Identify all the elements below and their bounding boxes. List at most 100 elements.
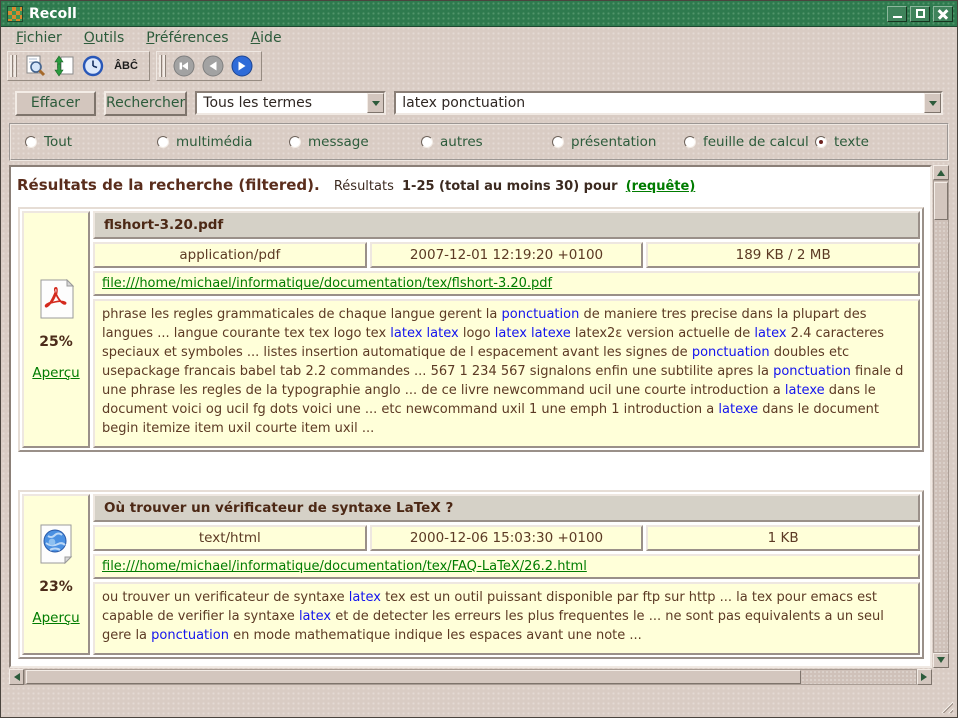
result-size: 189 KB / 2 MB [646,242,920,268]
result-size: 1 KB [646,525,920,551]
statusbar [1,684,957,717]
result-snippet: phrase les regles grammaticales de chaqu… [93,299,920,448]
filter-radio-presentation[interactable]: présentation [552,134,656,150]
results-area: Résultats de la recherche (filtered). Ré… [9,165,949,684]
term-explorer-label: ÂBĈ [114,60,138,72]
results-title: Résultats de la recherche (filtered). [17,176,320,194]
search-query-value: latex ponctuation [396,93,924,113]
filter-radio-texte[interactable]: texte [815,134,869,150]
result-item: 25% Aperçu flshort-3.20.pdf application/… [18,207,924,452]
first-page-button[interactable] [171,53,197,79]
preview-link[interactable]: Aperçu [32,365,79,381]
relevance-score: 23% [39,579,73,595]
search-mode-select[interactable]: Tous les termes [195,91,386,115]
result-meta-row: text/html 2000-12-06 15:03:30 +0100 1 KB [93,525,920,551]
result-date: 2007-12-01 12:19:20 +0100 [370,242,644,268]
query-link[interactable]: (requête) [626,179,696,194]
radio-icon [552,136,564,148]
radio-icon [157,136,169,148]
result-mime: application/pdf [93,242,367,268]
arrow-right-icon [230,54,254,78]
results-range: 1-25 (total au moins 30) pour [402,179,618,194]
titlebar[interactable]: Recoll [1,1,957,27]
close-icon [938,9,948,19]
radio-icon [421,136,433,148]
maximize-button[interactable] [910,6,930,22]
scroll-down-button[interactable] [933,653,949,668]
toolbar-handle-icon[interactable] [10,55,17,77]
menu-fichier[interactable]: Fichier [7,29,71,47]
filter-label: Tout [44,134,72,150]
resize-grip-icon[interactable] [938,698,953,713]
scroll-right-button[interactable] [917,669,932,685]
result-date: 2000-12-06 15:03:30 +0100 [370,525,644,551]
filter-label: feuille de calcul [703,134,809,150]
filter-label: multimédia [176,134,253,150]
results-count-prefix: Résultats [334,179,394,194]
horizontal-scroll-track[interactable] [24,669,917,685]
arrow-left-disabled-icon [172,54,196,78]
search-input[interactable]: latex ponctuation [394,91,943,115]
result-side-panel: 23% Aperçu [22,494,90,655]
filter-radio-multimedia[interactable]: multimédia [157,134,253,150]
filter-label: présentation [571,134,656,150]
chevron-down-icon[interactable] [367,93,384,113]
preview-link[interactable]: Aperçu [32,610,79,626]
triangle-left-icon [10,673,20,681]
result-meta-row: application/pdf 2007-12-01 12:19:20 +010… [93,242,920,268]
relevance-score: 25% [39,334,73,350]
result-url-link[interactable]: file:///home/michael/informatique/docume… [102,559,587,574]
results-list[interactable]: Résultats de la recherche (filtered). Ré… [9,165,932,668]
vertical-scrollbar[interactable] [933,165,949,668]
pdf-icon [38,279,74,319]
category-filter-group: Tout multimédia message autres présentat… [9,123,949,161]
vertical-scroll-track[interactable] [933,180,949,653]
recoll-app-icon [7,6,23,22]
radio-icon [25,136,37,148]
filter-radio-message[interactable]: message [289,134,369,150]
scroll-up-button[interactable] [933,165,949,180]
toolbar-handle-icon[interactable] [159,55,166,77]
result-side-panel: 25% Aperçu [22,211,90,448]
close-button[interactable] [933,6,953,22]
result-mime: text/html [93,525,367,551]
next-page-button[interactable] [229,53,255,79]
clock-icon [82,55,104,77]
radio-icon [815,136,827,148]
term-explorer-button[interactable]: ÂBĈ [109,53,143,79]
horizontal-scroll-thumb[interactable] [26,670,801,684]
result-url-link[interactable]: file:///home/michael/informatique/docume… [102,276,552,291]
sort-by-date-button[interactable] [51,53,77,79]
chevron-down-icon[interactable] [924,93,941,113]
filter-label: autres [440,134,483,150]
horizontal-scrollbar[interactable] [9,669,932,684]
result-title: flshort-3.20.pdf [93,211,920,239]
toolbar-group-main: ÂBĈ [7,51,150,81]
menu-preferences[interactable]: Préférences [137,29,237,47]
vertical-scroll-thumb[interactable] [934,182,948,220]
previous-page-button[interactable] [200,53,226,79]
window-title: Recoll [29,6,887,22]
maximize-icon [916,9,925,18]
result-snippet: ou trouver un verificateur de syntaxe la… [93,582,920,655]
menu-aide[interactable]: Aide [242,29,291,47]
search-row: Effacer Rechercher Tous les termes latex… [15,90,943,116]
triangle-right-icon [921,673,931,681]
minimize-button[interactable] [887,6,907,22]
recoll-window: Recoll Fichier Outils Préférences Aide [0,0,958,718]
menu-outils[interactable]: Outils [75,29,133,47]
html-icon [38,524,74,564]
results-header: Résultats de la recherche (filtered). Ré… [17,176,926,194]
clear-button[interactable]: Effacer [15,91,96,116]
triangle-up-icon [937,166,945,176]
menubar: Fichier Outils Préférences Aide [1,27,957,49]
scrollbar-corner [932,668,949,684]
filter-radio-tout[interactable]: Tout [25,134,72,150]
filter-radio-feuille-de-calcul[interactable]: feuille de calcul [684,134,809,150]
scroll-left-button[interactable] [9,669,24,685]
history-button[interactable] [80,53,106,79]
preview-document-button[interactable] [22,53,48,79]
filter-radio-autres[interactable]: autres [421,134,483,150]
search-button[interactable]: Rechercher [104,91,187,116]
toolbar: ÂBĈ [1,49,957,82]
